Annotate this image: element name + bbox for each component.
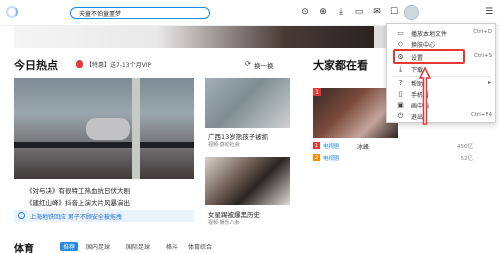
image-detail bbox=[132, 78, 140, 179]
image-detail bbox=[14, 142, 194, 148]
tv-icon[interactable]: ▭ bbox=[353, 6, 365, 18]
skin-icon: ◇ bbox=[397, 40, 404, 48]
tab-intl-football[interactable]: 国际足球 bbox=[126, 242, 150, 251]
hot-item-title-2[interactable]: 女星踢被爆黑历史 bbox=[208, 209, 260, 219]
info-icon bbox=[18, 212, 25, 219]
rank-count: 52亿 bbox=[460, 156, 474, 162]
hot-image-2[interactable] bbox=[205, 157, 290, 205]
menu-item-exit[interactable]: ⏻ 退出 Ctrl+F4 bbox=[387, 111, 497, 122]
main-caption-1[interactable]: 《对与决》有很特工热血抗日伏大剧 bbox=[26, 185, 130, 195]
message-icon[interactable]: ☐ bbox=[388, 6, 400, 18]
folder-icon: ▭ bbox=[397, 29, 404, 37]
info-bar[interactable]: 上海地铁回应 男子不顾安全被拖拽 bbox=[14, 210, 194, 222]
tab-domestic-football[interactable]: 国内足球 bbox=[86, 242, 110, 251]
highlight-box bbox=[393, 49, 465, 64]
menu-item-help[interactable]: ? 帮助 ▸ bbox=[387, 78, 497, 89]
rank-number: 1 bbox=[313, 142, 320, 149]
hot-image-1[interactable] bbox=[205, 78, 290, 128]
tab-fight[interactable]: 格斗 bbox=[166, 242, 178, 251]
main-caption-2[interactable]: 《建红山峰》抖音上演大片风暴演出 bbox=[26, 197, 130, 207]
search-input-value: 天童不怕童噩梦 bbox=[79, 11, 122, 18]
logo[interactable] bbox=[6, 6, 18, 18]
menu-item-shortcut: Ctrl+S bbox=[474, 53, 492, 59]
rank-badge: 1 bbox=[313, 88, 321, 96]
rank-tag: 电视剧 bbox=[323, 156, 340, 162]
exit-icon: ⏻ bbox=[397, 112, 404, 120]
rank-title: 冰峰 bbox=[357, 144, 370, 151]
rank-row[interactable]: 1 电视剧 冰峰 456亿 bbox=[313, 141, 473, 151]
promo-link[interactable]: 【特惠】送7-13个月VIP bbox=[86, 60, 151, 69]
hot-main-image[interactable] bbox=[14, 78, 194, 179]
image-detail bbox=[86, 118, 130, 140]
rank-tag: 电视剧 bbox=[323, 144, 340, 150]
menu-item-label: 换肤中心 bbox=[411, 42, 436, 49]
fire-icon bbox=[76, 60, 83, 68]
theater-icon[interactable]: ⊕ bbox=[317, 6, 329, 18]
red-arrow-icon bbox=[419, 66, 431, 125]
help-icon: ? bbox=[398, 79, 403, 87]
download-icon: ⤓ bbox=[398, 65, 403, 73]
menu-item-download[interactable]: ⤓ 下载 bbox=[387, 64, 497, 75]
menu-item-open-local[interactable]: ▭ 播放本地文件 Ctrl+O bbox=[387, 28, 497, 39]
hot-item-title-1[interactable]: 广西13岁熊孩子被抓 bbox=[208, 131, 268, 141]
hot-item-sub-2: 视频·娱乐八卦 bbox=[208, 220, 240, 226]
download-icon[interactable]: ⤓ bbox=[335, 6, 347, 18]
menu-icon[interactable]: ☰ bbox=[482, 4, 496, 20]
tab-sports-general[interactable]: 体育综合 bbox=[188, 242, 212, 251]
submenu-arrow-icon: ▸ bbox=[487, 79, 491, 86]
pip-icon: ▣ bbox=[397, 101, 404, 109]
watching-section-title: 大家都在看 bbox=[313, 59, 368, 72]
search-input[interactable]: 天童不怕童噩梦 bbox=[70, 7, 210, 19]
hot-section-title: 今日热点 bbox=[14, 59, 58, 72]
menu-item-shortcut: Ctrl+O bbox=[473, 29, 492, 35]
banner-image[interactable] bbox=[14, 26, 374, 48]
rank-number: 2 bbox=[313, 154, 320, 161]
refresh-icon[interactable]: ⟳ bbox=[245, 60, 251, 68]
phone-icon: ▯ bbox=[398, 90, 403, 98]
hot-item-sub-1: 视频·感动社会 bbox=[208, 142, 240, 148]
rank-count: 456亿 bbox=[457, 144, 473, 150]
tab-recommend[interactable]: 推荐 bbox=[60, 242, 79, 251]
menu-item-label: 播放本地文件 bbox=[411, 31, 448, 38]
history-icon[interactable]: ⊙ bbox=[299, 6, 311, 18]
change-button[interactable]: 换一换 bbox=[254, 60, 274, 70]
sports-section-title: 体育 bbox=[14, 244, 34, 253]
avatar[interactable] bbox=[404, 5, 419, 20]
rank-row[interactable]: 2 电视剧 52亿 bbox=[313, 153, 473, 163]
main-menu-dropdown: ▭ 播放本地文件 Ctrl+O ◇ 换肤中心 ⚙ 设置 Ctrl+S ⤓ 下载 … bbox=[386, 23, 496, 123]
menu-item-shortcut: Ctrl+F4 bbox=[470, 112, 492, 118]
mail-icon[interactable]: ✉ bbox=[371, 6, 383, 18]
info-text: 上海地铁回应 男子不顾安全被拖拽 bbox=[30, 214, 122, 221]
menu-divider bbox=[393, 76, 491, 77]
menu-item-pip[interactable]: ▣ 画中画 bbox=[387, 100, 497, 111]
menu-item-phone[interactable]: ▯ 手机看 bbox=[387, 89, 497, 100]
